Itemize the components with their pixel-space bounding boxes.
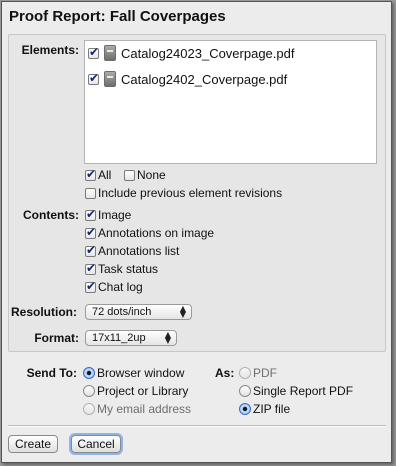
zip-file-label: ZIP file bbox=[253, 402, 291, 416]
none-checkbox[interactable] bbox=[124, 169, 135, 181]
resolution-select[interactable]: 72 dots/inch ▲ ▼ bbox=[85, 304, 192, 320]
file-name: Catalog2402_Coverpage.pdf bbox=[121, 71, 288, 87]
element-checkbox[interactable] bbox=[88, 45, 99, 59]
proof-report-dialog: Proof Report: Fall Coverpages Elements: … bbox=[1, 1, 392, 463]
as-zip-file[interactable]: ZIP file bbox=[239, 402, 290, 416]
task-status-label: Task status bbox=[98, 262, 159, 276]
content-option-chat-log[interactable]: Chat log bbox=[85, 279, 143, 294]
send-to-project-or-library[interactable]: Project or Library bbox=[83, 384, 188, 398]
zip-file-radio[interactable] bbox=[239, 403, 251, 415]
my-email-address-radio[interactable] bbox=[83, 403, 95, 415]
format-select[interactable]: 17x11_2up ▲ ▼ bbox=[85, 330, 177, 346]
element-checkbox[interactable] bbox=[88, 71, 99, 85]
image-checkbox[interactable] bbox=[85, 207, 96, 221]
all-checkbox[interactable] bbox=[85, 167, 96, 181]
elements-list[interactable]: Catalog24023_Coverpage.pdf Catalog2402_C… bbox=[84, 40, 377, 164]
pdf-radio[interactable] bbox=[239, 367, 251, 379]
annotations-list-checkbox[interactable] bbox=[85, 243, 96, 257]
annotations-on-image-checkbox[interactable] bbox=[85, 225, 96, 239]
as-single-report-pdf[interactable]: Single Report PDF bbox=[239, 384, 353, 398]
send-to-label: Send To: bbox=[26, 366, 77, 380]
all-label: All bbox=[98, 168, 112, 182]
select-arrows-icon: ▲ ▼ bbox=[179, 304, 186, 319]
include-revisions-label: Include previous element revisions bbox=[98, 186, 283, 200]
options-panel: Elements: Catalog24023_Coverpage.pdf Cat… bbox=[8, 34, 386, 352]
all-checkbox-row[interactable]: All bbox=[85, 167, 112, 182]
resolution-value: 72 dots/inch bbox=[92, 306, 152, 318]
format-value: 17x11_2up bbox=[92, 332, 146, 344]
browser-window-radio[interactable] bbox=[83, 367, 95, 379]
my-email-address-label: My email address bbox=[97, 402, 192, 416]
send-to-browser-window[interactable]: Browser window bbox=[83, 366, 184, 380]
list-item[interactable]: Catalog2402_Coverpage.pdf bbox=[88, 69, 287, 89]
single-report-pdf-radio[interactable] bbox=[239, 385, 251, 397]
content-option-annotations-list[interactable]: Annotations list bbox=[85, 243, 180, 258]
image-label: Image bbox=[98, 208, 132, 222]
as-pdf[interactable]: PDF bbox=[239, 366, 277, 380]
contents-label: Contents: bbox=[23, 208, 79, 222]
content-option-task-status[interactable]: Task status bbox=[85, 261, 159, 276]
resolution-label: Resolution: bbox=[11, 305, 77, 319]
chat-log-checkbox[interactable] bbox=[85, 279, 96, 293]
project-or-library-radio[interactable] bbox=[83, 385, 95, 397]
elements-label: Elements: bbox=[21, 43, 79, 57]
none-label: None bbox=[137, 168, 166, 182]
divider bbox=[8, 425, 386, 427]
file-icon bbox=[104, 71, 116, 87]
as-label: As: bbox=[215, 366, 235, 380]
single-report-pdf-label: Single Report PDF bbox=[253, 384, 354, 398]
send-to-my-email-address[interactable]: My email address bbox=[83, 402, 191, 416]
content-option-image[interactable]: Image bbox=[85, 207, 132, 222]
chat-log-label: Chat log bbox=[98, 280, 143, 294]
list-item[interactable]: Catalog24023_Coverpage.pdf bbox=[88, 43, 294, 63]
cancel-button[interactable]: Cancel bbox=[71, 435, 121, 453]
file-name: Catalog24023_Coverpage.pdf bbox=[121, 45, 295, 61]
annotations-list-label: Annotations list bbox=[98, 244, 180, 258]
include-revisions-row[interactable]: Include previous element revisions bbox=[85, 186, 282, 200]
project-or-library-label: Project or Library bbox=[97, 384, 189, 398]
annotations-on-image-label: Annotations on image bbox=[98, 226, 215, 240]
task-status-checkbox[interactable] bbox=[85, 261, 96, 275]
none-checkbox-row[interactable]: None bbox=[124, 168, 166, 182]
content-option-annotations-on-image[interactable]: Annotations on image bbox=[85, 225, 215, 240]
dialog-title: Proof Report: Fall Coverpages bbox=[9, 8, 226, 25]
format-label: Format: bbox=[34, 331, 79, 345]
create-button[interactable]: Create bbox=[8, 435, 58, 453]
include-revisions-checkbox[interactable] bbox=[85, 187, 96, 199]
select-arrows-icon: ▲ ▼ bbox=[164, 330, 171, 345]
pdf-label: PDF bbox=[253, 366, 277, 380]
file-icon bbox=[104, 45, 116, 61]
browser-window-label: Browser window bbox=[97, 366, 185, 380]
